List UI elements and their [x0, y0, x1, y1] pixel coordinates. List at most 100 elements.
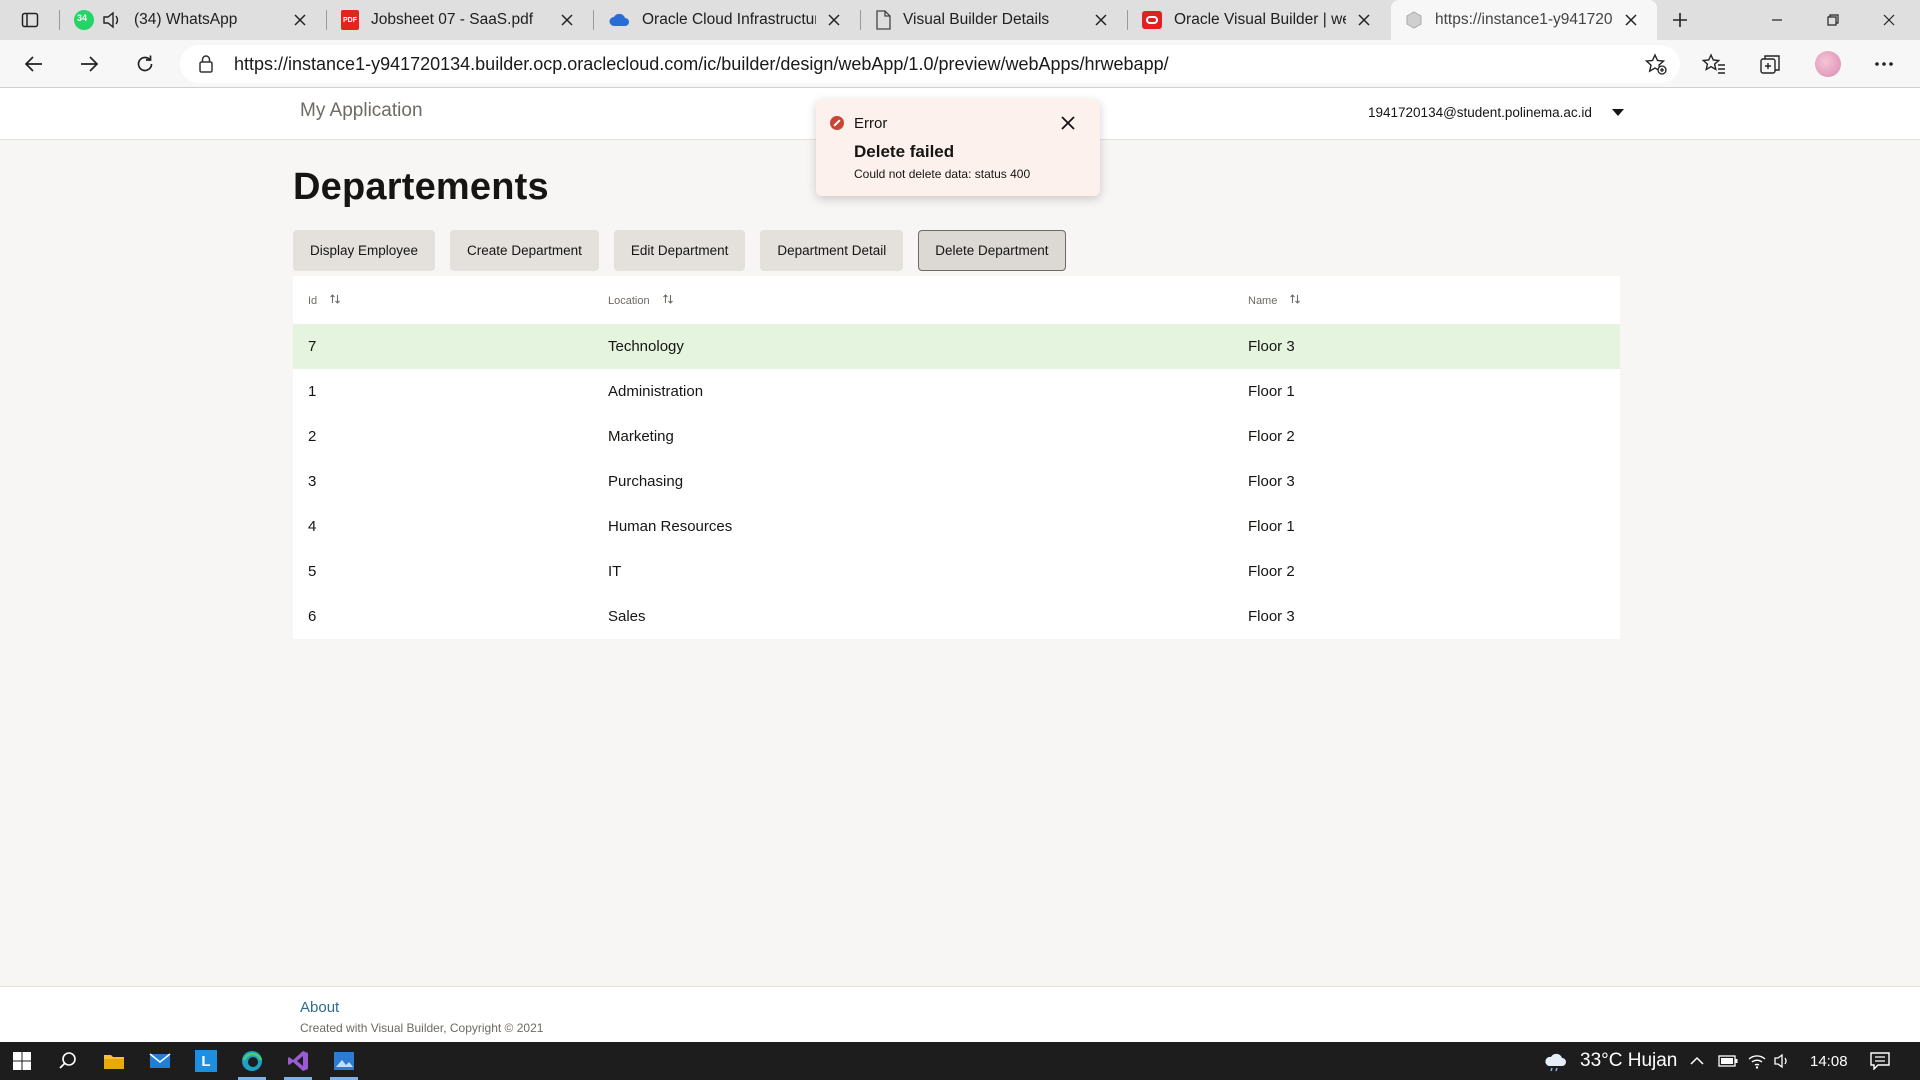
tab-whatsapp[interactable]: 34 (34) WhatsApp — [60, 0, 326, 40]
clock-time: 14:08 — [1810, 1052, 1848, 1070]
lock-icon[interactable] — [198, 54, 214, 79]
toast-category: Error — [854, 115, 888, 132]
cell-name: Floor 3 — [1248, 473, 1295, 490]
cell-id: 6 — [308, 608, 317, 625]
minimize-icon[interactable] — [1754, 0, 1800, 40]
delete-department-button[interactable]: Delete Department — [918, 230, 1066, 271]
address-bar[interactable]: https://instance1-y941720134.builder.ocp… — [180, 45, 1680, 83]
cell-id: 7 — [308, 338, 317, 355]
favorites-icon[interactable] — [1696, 46, 1732, 82]
tab-oracle-cloud[interactable]: Oracle Cloud Infrastructure — [594, 0, 860, 40]
forward-arrow-icon[interactable] — [71, 46, 107, 82]
create-department-button[interactable]: Create Department — [450, 230, 599, 271]
reload-icon[interactable] — [127, 46, 163, 82]
table-row[interactable]: 6 Sales Floor 3 — [293, 594, 1620, 639]
add-favorite-icon[interactable] — [1644, 52, 1668, 81]
restore-icon[interactable] — [1810, 0, 1856, 40]
sort-icon[interactable] — [662, 293, 674, 308]
column-header-id[interactable]: Id — [308, 293, 341, 308]
cell-name: Floor 3 — [1248, 338, 1295, 355]
image-viewer-icon[interactable] — [322, 1042, 366, 1080]
table-row[interactable]: 3 Purchasing Floor 3 — [293, 459, 1620, 504]
column-header-name[interactable]: Name — [1248, 293, 1301, 308]
whatsapp-icon: 34 — [74, 10, 94, 30]
toast-summary: Delete failed — [854, 142, 955, 161]
learning-app-icon[interactable]: L — [184, 1042, 228, 1080]
visual-studio-icon[interactable] — [276, 1042, 320, 1080]
cell-location: Sales — [608, 608, 646, 625]
cell-name: Floor 1 — [1248, 383, 1295, 400]
clock[interactable]: 14:08 — [1810, 1042, 1848, 1080]
back-arrow-icon[interactable] — [16, 46, 52, 82]
windows-start-icon[interactable] — [0, 1042, 44, 1080]
close-icon[interactable] — [1352, 8, 1376, 32]
close-icon[interactable] — [555, 8, 579, 32]
cloud-icon — [608, 12, 630, 28]
notification-center-icon[interactable] — [1870, 1042, 1890, 1080]
error-icon — [830, 116, 844, 130]
display-employee-button[interactable]: Display Employee — [293, 230, 436, 271]
new-tab-plus-icon[interactable] — [1664, 4, 1696, 36]
tab-title: https://instance1-y9417201 — [1435, 11, 1613, 28]
speaker-icon[interactable] — [102, 11, 122, 29]
pdf-icon: PDF — [341, 10, 359, 30]
copyright-text: Created with Visual Builder, Copyright ©… — [300, 1021, 544, 1035]
profile-avatar[interactable] — [1810, 46, 1846, 82]
weather-cloud-icon — [1542, 1050, 1568, 1072]
cell-name: Floor 2 — [1248, 563, 1295, 580]
edit-department-button[interactable]: Edit Department — [613, 230, 746, 271]
browser-toolbar: https://instance1-y941720134.builder.ocp… — [0, 40, 1920, 88]
tab-hrwebapp-preview[interactable]: https://instance1-y9417201 — [1391, 0, 1657, 40]
close-icon[interactable] — [1619, 8, 1643, 32]
about-link[interactable]: About — [300, 999, 339, 1016]
cell-location: Administration — [608, 383, 704, 400]
sort-icon[interactable] — [329, 293, 341, 308]
battery-icon[interactable] — [1718, 1042, 1738, 1080]
close-icon[interactable] — [288, 8, 312, 32]
tab-jobsheet-pdf[interactable]: PDF Jobsheet 07 - SaaS.pdf — [327, 0, 593, 40]
user-email: 1941720134@student.polinema.ac.id — [1368, 105, 1592, 120]
table-row[interactable]: 5 IT Floor 2 — [293, 549, 1620, 594]
cell-location: Purchasing — [608, 473, 684, 490]
mail-icon[interactable] — [138, 1042, 182, 1080]
more-options-icon[interactable] — [1866, 46, 1902, 82]
page-icon — [875, 10, 891, 30]
table-row[interactable]: 2 Marketing Floor 2 — [293, 414, 1620, 459]
column-label: Name — [1248, 294, 1278, 307]
chevron-up-icon[interactable] — [1690, 1042, 1704, 1080]
app-title[interactable]: My Application — [300, 100, 423, 122]
column-header-location[interactable]: Location — [608, 293, 674, 308]
oracle-icon — [1142, 11, 1162, 29]
user-menu[interactable]: 1941720134@student.polinema.ac.id — [1368, 105, 1624, 120]
action-button-bar: Display Employee Create Department Edit … — [293, 230, 1081, 271]
departments-table: Id Location Name 7 Technology Floor 3 1 … — [293, 276, 1620, 639]
close-icon[interactable] — [1056, 111, 1080, 135]
tab-title: Visual Builder Details — [903, 11, 1050, 28]
wifi-icon[interactable] — [1748, 1042, 1766, 1080]
edge-browser-icon[interactable] — [230, 1042, 274, 1080]
table-row[interactable]: 4 Human Resources Floor 1 — [293, 504, 1620, 549]
weather-widget[interactable]: 33°C Hujan — [1542, 1042, 1677, 1080]
tab-title: Jobsheet 07 - SaaS.pdf — [371, 11, 534, 28]
url-text[interactable]: https://instance1-y941720134.builder.ocp… — [234, 54, 1169, 75]
tab-actions-icon[interactable] — [14, 6, 46, 34]
file-explorer-icon[interactable] — [92, 1042, 136, 1080]
cell-id: 1 — [308, 383, 317, 400]
close-icon[interactable] — [1089, 8, 1113, 32]
sort-icon[interactable] — [1289, 293, 1301, 308]
tab-oracle-visual-builder[interactable]: Oracle Visual Builder | webA — [1128, 0, 1390, 40]
collections-icon[interactable] — [1752, 46, 1788, 82]
search-icon[interactable] — [46, 1042, 90, 1080]
department-detail-button[interactable]: Department Detail — [760, 230, 904, 271]
close-window-icon[interactable] — [1866, 0, 1912, 40]
chevron-down-icon — [1611, 109, 1624, 116]
tab-title: Oracle Visual Builder | webA — [1174, 11, 1346, 28]
cell-name: Floor 2 — [1248, 428, 1295, 445]
tab-visual-builder-details[interactable]: Visual Builder Details — [861, 0, 1127, 40]
close-icon[interactable] — [822, 8, 846, 32]
table-row[interactable]: 7 Technology Floor 3 — [293, 324, 1620, 369]
app-footer: About Created with Visual Builder, Copyr… — [0, 986, 1920, 1042]
cell-id: 3 — [308, 473, 317, 490]
volume-icon[interactable] — [1774, 1042, 1792, 1080]
table-row[interactable]: 1 Administration Floor 1 — [293, 369, 1620, 414]
